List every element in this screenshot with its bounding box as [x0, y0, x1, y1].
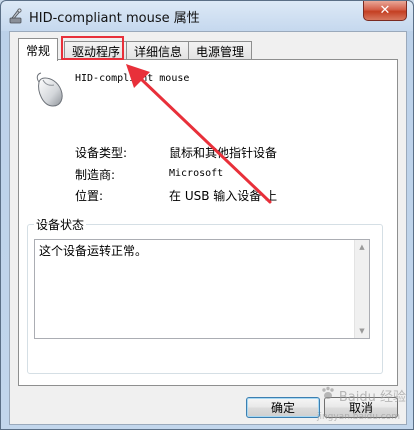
scroll-down-arrow-icon[interactable]: ▼: [355, 324, 369, 338]
device-type-label: 设备类型:: [75, 146, 128, 160]
device-status-legend: 设备状态: [34, 216, 87, 233]
mouse-icon: [33, 72, 67, 110]
device-name: HID-compliant mouse: [75, 73, 190, 84]
tab-label: 电源管理: [195, 44, 244, 59]
ok-button[interactable]: 确定: [246, 397, 320, 418]
manufacturer-label: 制造商:: [75, 168, 116, 182]
device-status-group: 设备状态 这个设备运转正常。 ▲ ▼: [27, 216, 383, 374]
device-status-text: 这个设备运转正常。: [39, 244, 148, 258]
tab-general[interactable]: 常规: [18, 38, 58, 61]
tab-power-management[interactable]: 电源管理: [188, 41, 252, 60]
general-tab-panel: HID-compliant mouse 设备类型: 鼠标和其他指针设备 制造商:…: [18, 59, 398, 386]
tab-details[interactable]: 详细信息: [126, 41, 190, 60]
device-status-textbox[interactable]: 这个设备运转正常。 ▲ ▼: [34, 239, 370, 339]
title-bar[interactable]: HID-compliant mouse 属性 ✕: [1, 1, 413, 31]
paw-icon: [320, 385, 336, 405]
manufacturer-value: Microsoft: [169, 168, 224, 179]
settings-wrench-icon: [9, 8, 23, 24]
window-title: HID-compliant mouse 属性: [29, 11, 200, 26]
location-label: 位置:: [75, 189, 104, 203]
properties-window: HID-compliant mouse 属性 ✕ 常规 驱动程序 详细信息 电源…: [0, 0, 414, 430]
tab-driver[interactable]: 驱动程序: [64, 41, 128, 60]
close-icon: ✕: [379, 3, 391, 18]
tab-label: 驱动程序: [71, 44, 120, 59]
dialog-client-area: 常规 驱动程序 详细信息 电源管理 HID-compliant mouse 设备…: [9, 31, 407, 425]
watermark-url: jingyan.baidu.com: [316, 412, 400, 422]
location-value: 在 USB 输入设备 上: [169, 189, 278, 203]
tab-label: 详细信息: [133, 44, 182, 59]
tab-label: 常规: [25, 43, 50, 58]
status-scrollbar[interactable]: ▲ ▼: [354, 240, 369, 338]
watermark-text: Baidu 经验: [338, 389, 406, 405]
scroll-up-arrow-icon[interactable]: ▲: [355, 240, 369, 254]
watermark: Baidu 经验: [320, 385, 406, 405]
ok-button-label: 确定: [270, 401, 295, 415]
device-type-value: 鼠标和其他指针设备: [169, 146, 278, 160]
close-button[interactable]: ✕: [363, 1, 407, 21]
